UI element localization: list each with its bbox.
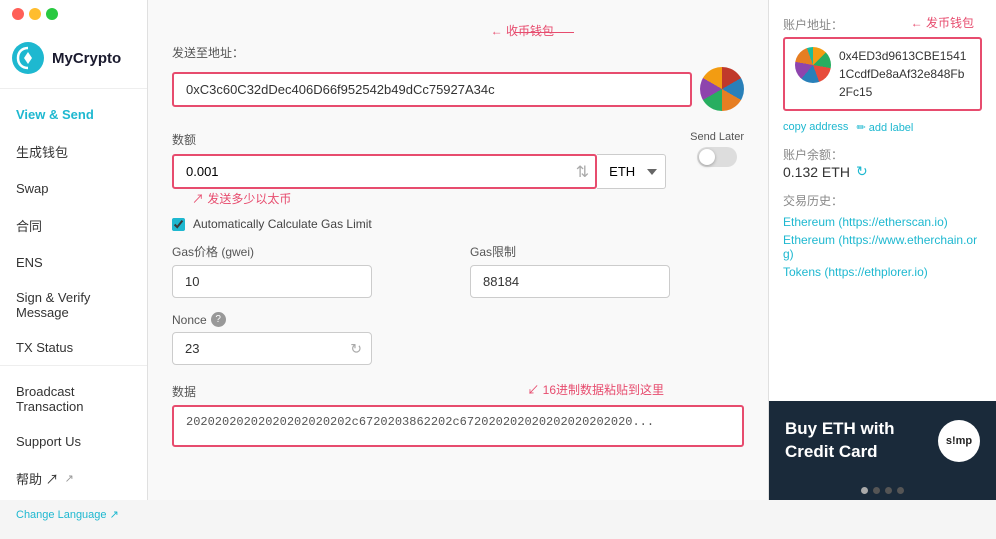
nonce-help-icon[interactable]: ? xyxy=(211,312,226,327)
close-button[interactable] xyxy=(12,8,24,20)
banner-dots xyxy=(769,481,996,500)
sidebar: MyCrypto View & Send 生成钱包 Swap 合同 ENS Si… xyxy=(0,0,148,500)
send-later-label: Send Later xyxy=(690,131,744,143)
sidebar-item-sign-verify[interactable]: Sign & Verify Message xyxy=(0,280,147,330)
auto-gas-label: Automatically Calculate Gas Limit xyxy=(193,217,372,231)
mycrypto-logo-icon xyxy=(12,42,44,74)
nonce-row: Nonce ? ↻ xyxy=(172,312,744,365)
balance-section: 账户余额： 0.132 ETH ↻ xyxy=(783,146,982,180)
send-wallet-annotation: ← 发币钱包 xyxy=(911,14,974,31)
tx-link-etherscan[interactable]: Ethereum (https://etherscan.io) xyxy=(783,215,982,229)
balance-value-row: 0.132 ETH ↻ xyxy=(783,163,982,180)
account-header: 账户地址： ← 发币钱包 xyxy=(783,16,982,33)
banner-dot-1[interactable] xyxy=(861,487,868,494)
amount-currency-row: ⇅ ETH USD xyxy=(172,154,666,189)
to-address-label: 发送至地址： xyxy=(172,44,744,61)
account-address-text: 0x4ED3d9613CBE15411CcdfDe8aAf32e848Fb2Fc… xyxy=(839,47,970,101)
main-content: ← 收币钱包 发送至地址： 数额 ⇅ ETH USD ↗ xyxy=(148,0,768,500)
address-row xyxy=(172,67,744,111)
window-controls xyxy=(0,0,70,28)
balance-refresh-icon[interactable]: ↻ xyxy=(856,163,868,180)
simplex-logo: s!mp xyxy=(938,420,980,462)
account-actions: copy address ✏ add label xyxy=(783,121,982,134)
nonce-refresh-icon[interactable]: ↻ xyxy=(350,340,362,357)
balance-label: 账户余额： xyxy=(783,146,982,163)
banner-dot-2[interactable] xyxy=(873,487,880,494)
toggle-knob xyxy=(699,149,715,165)
auto-gas-checkbox[interactable] xyxy=(172,218,185,231)
amount-stepper-icon[interactable]: ⇅ xyxy=(576,162,589,182)
sidebar-item-help[interactable]: 帮助 ↗ xyxy=(0,459,147,498)
sidebar-item-tx-status[interactable]: TX Status xyxy=(0,330,147,365)
maximize-button[interactable] xyxy=(46,8,58,20)
copy-address-link[interactable]: copy address xyxy=(783,121,848,134)
minimize-button[interactable] xyxy=(29,8,41,20)
gas-price-input[interactable] xyxy=(172,265,372,298)
gas-price-label: Gas价格 (gwei) xyxy=(172,243,446,260)
sidebar-item-ens[interactable]: ENS xyxy=(0,245,147,280)
nonce-label-row: Nonce ? xyxy=(172,312,744,327)
logo-text: MyCrypto xyxy=(52,50,121,67)
amount-send-later-row: 数额 ⇅ ETH USD ↗ 发送多少以太币 Send Later xyxy=(172,131,744,189)
add-label-link[interactable]: ✏ add label xyxy=(856,121,913,134)
tx-history-section: 交易历史： Ethereum (https://etherscan.io) Et… xyxy=(783,192,982,279)
banner-dot-4[interactable] xyxy=(897,487,904,494)
sidebar-item-support[interactable]: Support Us xyxy=(0,424,147,459)
data-section: ↙ 16进制数据粘贴到这里 数据 20202020202020202020202… xyxy=(172,383,744,450)
sidebar-item-view-send[interactable]: View & Send xyxy=(0,97,147,132)
to-address-input[interactable] xyxy=(172,72,692,107)
gas-limit-label: Gas限制 xyxy=(470,243,744,260)
sidebar-item-broadcast[interactable]: Broadcast Transaction xyxy=(0,374,147,424)
tx-history-label: 交易历史： xyxy=(783,192,982,209)
sidebar-bottom: Broadcast Transaction Support Us 帮助 ↗ Ch… xyxy=(0,365,147,539)
banner-dot-3[interactable] xyxy=(885,487,892,494)
gas-price-field: Gas价格 (gwei) xyxy=(172,243,446,298)
sidebar-item-change-language[interactable]: Change Language ↗ xyxy=(0,498,147,531)
account-info: 账户地址： ← 发币钱包 0x4ED3d9613CBE15411CcdfDe8a… xyxy=(769,0,996,401)
buy-eth-banner[interactable]: Buy ETH with Credit Card s!mp xyxy=(769,401,996,481)
to-address-section: ← 收币钱包 发送至地址： xyxy=(172,44,744,111)
tx-link-ethplorer[interactable]: Tokens (https://ethplorer.io) xyxy=(783,265,982,279)
data-input[interactable]: 20202020202020202020202c6720203862202c67… xyxy=(172,405,744,447)
account-identicon xyxy=(795,47,831,83)
tx-link-etherchain[interactable]: Ethereum (https://www.etherchain.org) xyxy=(783,233,982,261)
amount-input[interactable] xyxy=(172,154,597,189)
data-input-wrap: 20202020202020202020202c6720203862202c67… xyxy=(172,405,744,450)
sidebar-item-contract[interactable]: 合同 xyxy=(0,206,147,245)
to-address-identicon xyxy=(700,67,744,111)
account-address-box: 0x4ED3d9613CBE15411CcdfDe8aAf32e848Fb2Fc… xyxy=(783,37,982,111)
hex-annotation: ↙ 16进制数据粘贴到这里 xyxy=(527,381,664,398)
gas-limit-field: Gas限制 xyxy=(470,243,744,298)
gas-limit-input[interactable] xyxy=(470,265,670,298)
amount-annotation: ↗ 发送多少以太币 xyxy=(192,190,291,207)
currency-select[interactable]: ETH USD xyxy=(597,154,666,189)
send-later-toggle[interactable] xyxy=(697,147,737,167)
auto-gas-row: Automatically Calculate Gas Limit xyxy=(172,217,744,231)
sidebar-nav: View & Send 生成钱包 Swap 合同 ENS Sign & Veri… xyxy=(0,89,147,539)
amount-input-wrap: ⇅ xyxy=(172,154,597,189)
amount-section: 数额 ⇅ ETH USD ↗ 发送多少以太币 xyxy=(172,131,666,189)
gas-row: Gas价格 (gwei) Gas限制 xyxy=(172,243,744,298)
sidebar-item-swap[interactable]: Swap xyxy=(0,171,147,206)
nonce-input-wrap: ↻ xyxy=(172,332,372,365)
to-address-annotation: ← 收币钱包 xyxy=(491,22,554,39)
amount-label: 数额 xyxy=(172,131,666,148)
send-later-group: Send Later xyxy=(690,131,744,167)
nonce-input[interactable] xyxy=(172,332,372,365)
sidebar-item-generate-wallet[interactable]: 生成钱包 xyxy=(0,132,147,171)
logo: MyCrypto xyxy=(0,28,147,89)
right-panel: 账户地址： ← 发币钱包 0x4ED3d9613CBE15411CcdfDe8a… xyxy=(768,0,996,500)
buy-eth-text: Buy ETH with Credit Card xyxy=(785,418,895,464)
